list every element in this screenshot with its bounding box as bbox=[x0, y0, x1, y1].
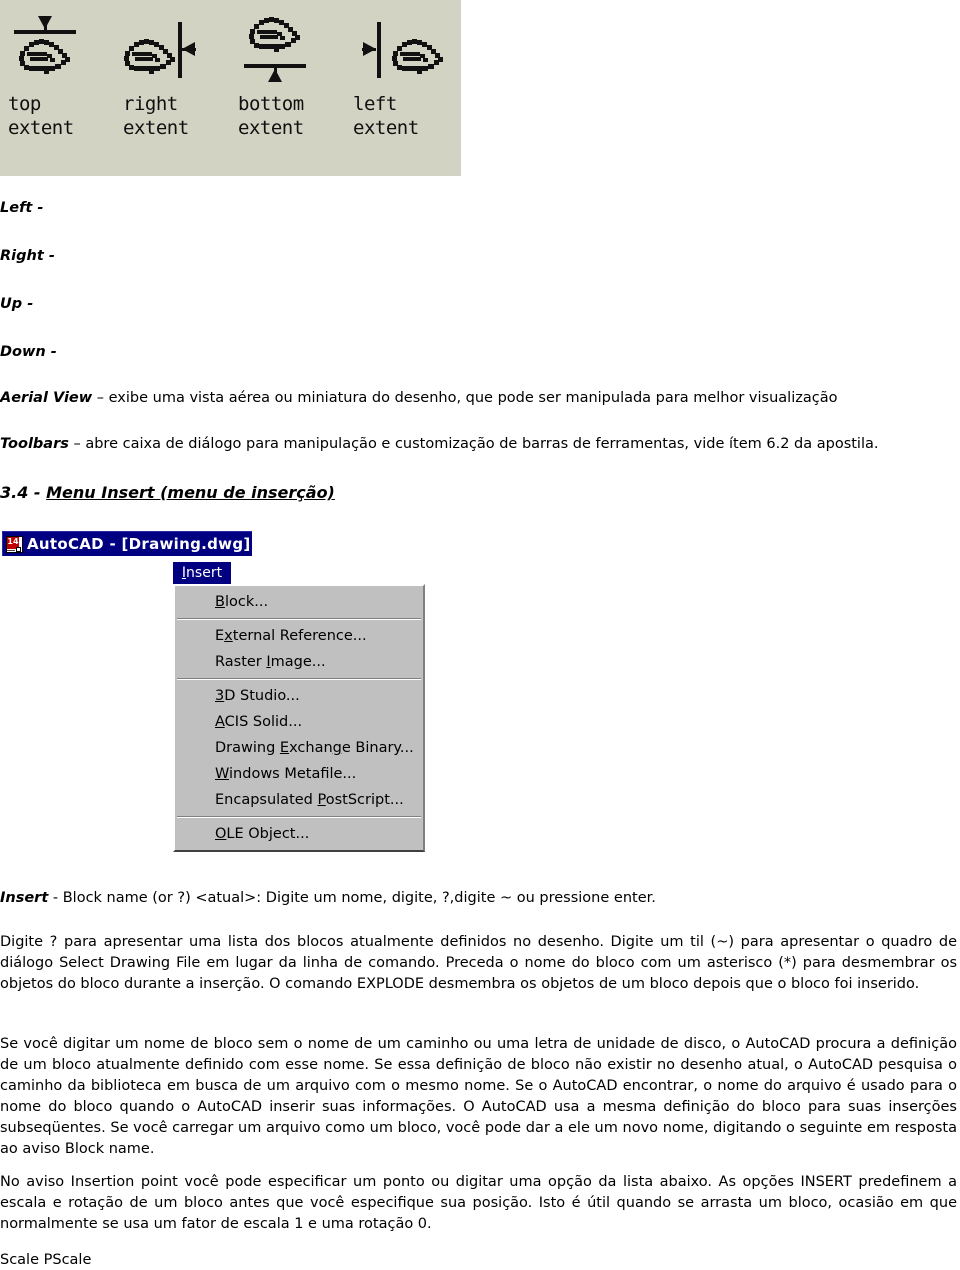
toolbar-label-left-extent: left extent bbox=[353, 93, 419, 139]
toolbar-button-right-extent[interactable]: right extent bbox=[115, 0, 230, 176]
menu-item-windows-metafile[interactable]: Windows Metafile... bbox=[175, 761, 423, 787]
hand-top-extent-icon bbox=[14, 16, 76, 74]
menu-item-windows-metafile-label: Windows Metafile... bbox=[215, 766, 357, 782]
aerial-view-term: Aerial View bbox=[0, 390, 93, 406]
scale-pscale-line: Scale PScale bbox=[0, 1252, 92, 1268]
menu-item-3d-studio[interactable]: 3D Studio... bbox=[175, 683, 423, 709]
menu-item-acis-solid-label: ACIS Solid... bbox=[215, 714, 303, 730]
autocad-r14-logo-icon: 14 bbox=[6, 535, 23, 553]
paragraph-digite: Digite ? para apresentar uma lista dos b… bbox=[0, 934, 957, 992]
autocad-logo-version: 14 bbox=[7, 536, 19, 547]
menu-item-ole-object[interactable]: OLE Object... bbox=[175, 821, 423, 847]
insert-body: - Block name (or ?) <atual>: Digite um n… bbox=[48, 890, 656, 906]
toolbar-label-top-extent: top extent bbox=[8, 93, 74, 139]
definition-left: Left - bbox=[0, 200, 43, 216]
aerial-view-body: – exibe uma vista aérea ou miniatura do … bbox=[92, 390, 838, 406]
hand-right-extent-icon bbox=[124, 22, 196, 78]
definition-up-dash: - bbox=[22, 296, 34, 312]
paragraph-se-voce: Se você digitar um nome de bloco sem o n… bbox=[0, 1036, 957, 1157]
menu-item-ole-object-label: OLE Object... bbox=[215, 826, 310, 842]
aerial-view-definition: Aerial View – exibe uma vista aérea ou m… bbox=[0, 388, 945, 409]
menu-item-raster-image[interactable]: Raster Image... bbox=[175, 649, 423, 675]
menu-item-block-label: Block... bbox=[215, 594, 269, 610]
definition-right-term: Right bbox=[0, 248, 44, 264]
definition-down-term: Down bbox=[0, 344, 46, 360]
hand-left-extent-icon bbox=[362, 22, 443, 78]
toolbar-button-left-extent[interactable]: left extent bbox=[345, 0, 460, 176]
hand-bottom-extent-icon bbox=[244, 17, 306, 82]
definition-up-term: Up bbox=[0, 296, 23, 312]
menu-item-encapsulated-postscript-label: Encapsulated PostScript... bbox=[215, 792, 404, 808]
menu-separator bbox=[177, 816, 421, 818]
insert-prompt-definition: Insert - Block name (or ?) <atual>: Digi… bbox=[0, 888, 945, 909]
section-heading-number: 3.4 - bbox=[0, 483, 47, 502]
menu-item-encapsulated-postscript[interactable]: Encapsulated PostScript... bbox=[175, 787, 423, 813]
aerial-view-toolbar-image: top extent right extent bottom extent le… bbox=[0, 0, 463, 176]
definition-down-dash: - bbox=[45, 344, 57, 360]
toolbar-label-bottom-extent: bottom extent bbox=[238, 93, 304, 139]
section-heading: 3.4 - Menu Insert (menu de inserção) bbox=[0, 483, 335, 502]
insert-term: Insert bbox=[0, 890, 49, 906]
menu-item-block[interactable]: Block... bbox=[175, 589, 423, 615]
menu-item-drawing-exchange-binary[interactable]: Drawing Exchange Binary... bbox=[175, 735, 423, 761]
section-heading-title: Menu Insert (menu de inserção) bbox=[46, 483, 335, 502]
menu-item-raster-image-label: Raster Image... bbox=[215, 654, 326, 670]
autocad-logo-square bbox=[16, 546, 21, 552]
autocad-titlebar: 14 AutoCAD - [Drawing.dwg] bbox=[2, 531, 252, 556]
menubar-item-insert-label: Insert bbox=[181, 565, 223, 581]
definition-left-dash: - bbox=[32, 200, 44, 216]
menu-item-external-reference[interactable]: External Reference... bbox=[175, 623, 423, 649]
definition-right-dash: - bbox=[43, 248, 55, 264]
definition-up: Up - bbox=[0, 296, 33, 312]
menu-separator bbox=[177, 678, 421, 680]
toolbars-body: – abre caixa de diálogo para manipulação… bbox=[68, 436, 879, 452]
toolbar-button-bottom-extent[interactable]: bottom extent bbox=[230, 0, 345, 176]
toolbar-label-right-extent: right extent bbox=[123, 93, 189, 139]
menu-item-3d-studio-label: 3D Studio... bbox=[215, 688, 300, 704]
insert-menu-dropdown: Block... External Reference... Raster Im… bbox=[173, 584, 425, 852]
toolbars-term: Toolbars bbox=[0, 436, 69, 452]
toolbar-button-top-extent[interactable]: top extent bbox=[0, 0, 115, 176]
menu-item-drawing-exchange-binary-label: Drawing Exchange Binary... bbox=[215, 740, 414, 756]
menu-separator bbox=[177, 618, 421, 620]
autocad-titlebar-text: AutoCAD - [Drawing.dwg] bbox=[27, 535, 251, 553]
autocad-logo-bar-secondary bbox=[7, 549, 15, 551]
paragraph-no-aviso: No aviso Insertion point você pode espec… bbox=[0, 1174, 957, 1232]
definition-left-term: Left bbox=[0, 200, 33, 216]
toolbars-definition: Toolbars – abre caixa de diálogo para ma… bbox=[0, 434, 945, 455]
menubar-item-insert[interactable]: Insert bbox=[173, 562, 231, 584]
definition-right: Right - bbox=[0, 248, 55, 264]
definition-down: Down - bbox=[0, 344, 57, 360]
menu-item-acis-solid[interactable]: ACIS Solid... bbox=[175, 709, 423, 735]
menu-item-external-reference-label: External Reference... bbox=[215, 628, 367, 644]
